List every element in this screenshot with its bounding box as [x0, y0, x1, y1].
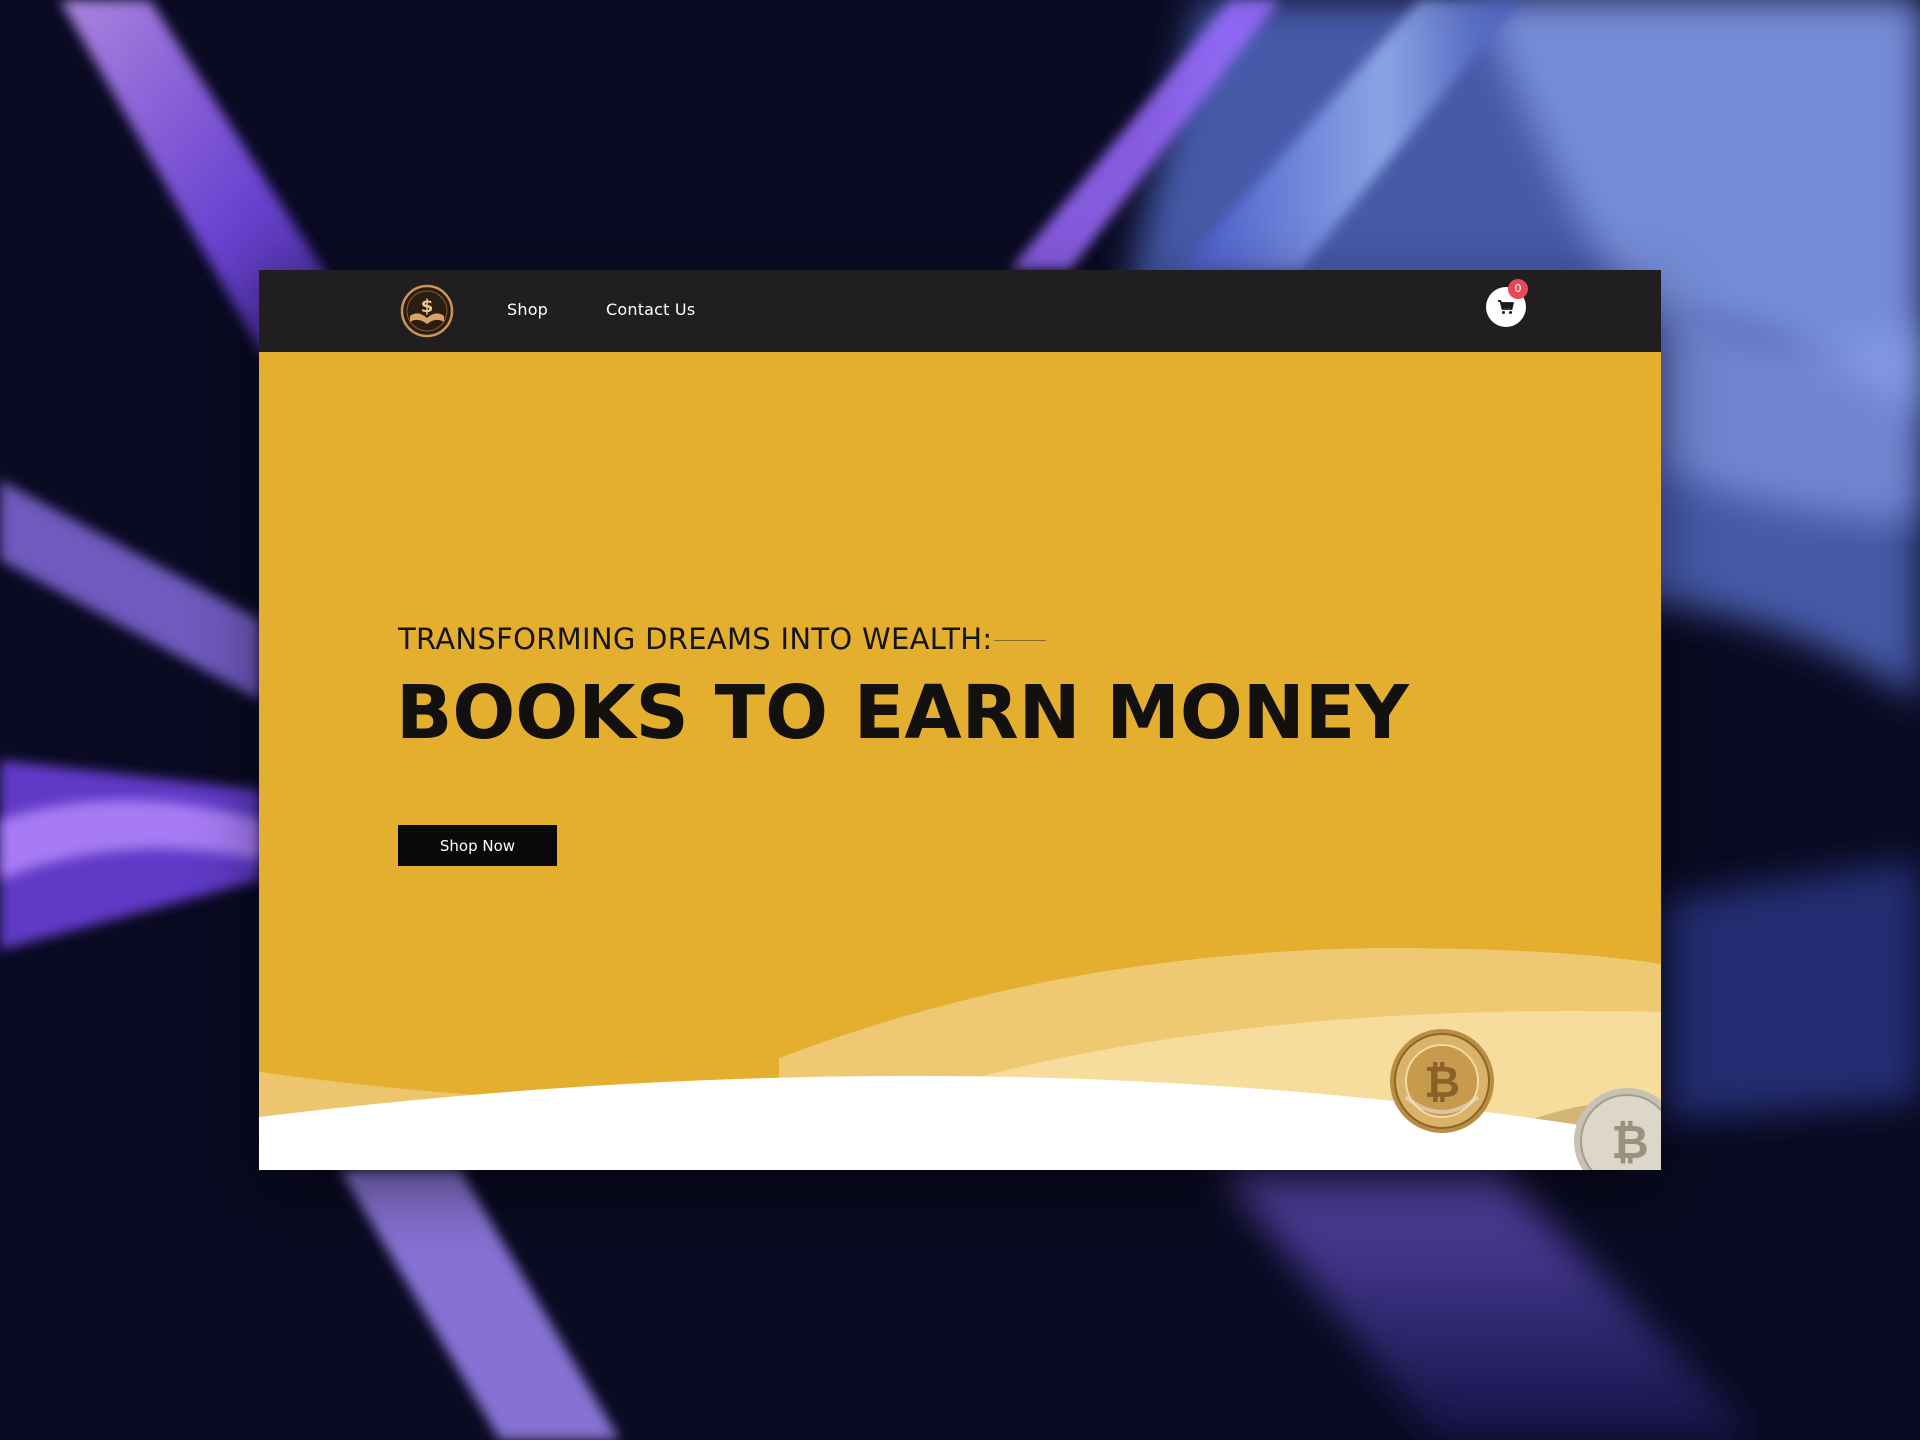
subtitle-divider-line: [994, 640, 1046, 641]
bitcoin-coin-icon: ₿: [1574, 1088, 1661, 1170]
svg-text:₿: ₿: [1611, 1115, 1649, 1169]
nav-link-shop[interactable]: Shop: [507, 300, 548, 319]
dollar-book-logo-icon[interactable]: $: [400, 284, 454, 338]
cart-count-badge: 0: [1508, 279, 1528, 299]
svg-text:₿: ₿: [1424, 1057, 1460, 1108]
shop-now-button[interactable]: Shop Now: [398, 825, 557, 866]
top-navbar: $ Shop Contact Us 0: [259, 270, 1661, 352]
svg-text:$: $: [421, 296, 434, 317]
bitcoin-coin-icon: ₿: [1390, 1029, 1494, 1133]
hero-section: TRANSFORMING DREAMS INTO WEALTH: BOOKS T…: [259, 352, 1661, 1170]
hero-subtitle: TRANSFORMING DREAMS INTO WEALTH:: [398, 622, 993, 656]
nav-link-contact-us[interactable]: Contact Us: [606, 300, 695, 319]
hero-title: BOOKS TO EARN MONEY: [396, 670, 1409, 756]
website-window: $ Shop Contact Us 0 TRANSFORMING DREAMS …: [259, 270, 1661, 1170]
shopping-cart-icon: [1498, 300, 1514, 314]
